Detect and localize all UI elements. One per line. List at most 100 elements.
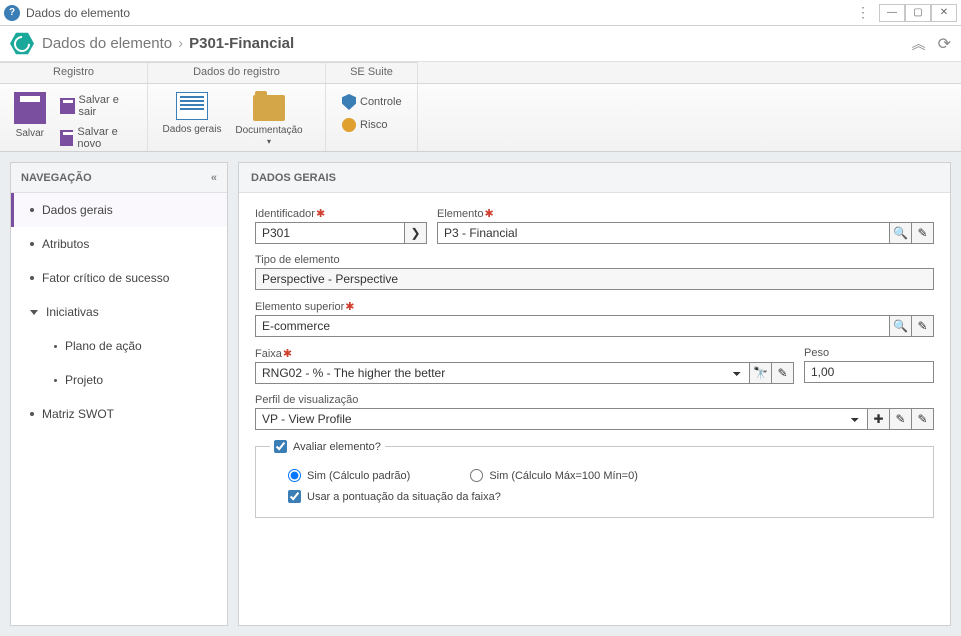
evaluate-fieldset: Avaliar elemento? Sim (Cálculo padrão) S…	[255, 440, 934, 518]
identifier-label: Identificador✱	[255, 207, 427, 220]
content-panel: DADOS GERAIS Identificador✱ ❯ Elemento✱ …	[238, 162, 951, 626]
element-input[interactable]	[437, 222, 890, 244]
form-icon	[176, 92, 208, 120]
bullet-icon	[54, 345, 57, 348]
parent-search-button[interactable]: 🔍	[890, 315, 912, 337]
save-icon	[14, 92, 46, 124]
range-edit-button[interactable]: ✎	[772, 362, 794, 384]
profile-add-button[interactable]: ✚	[868, 408, 890, 430]
sidebar-header: NAVEGAÇÃO «	[11, 163, 227, 193]
save-label: Salvar	[16, 128, 44, 139]
element-search-button[interactable]: 🔍	[890, 222, 912, 244]
radio-maxmin-label: Sim (Cálculo Máx=100 Mín=0)	[489, 470, 638, 482]
sidebar-item-project[interactable]: Projeto	[11, 363, 227, 397]
sidebar-item-label: Atributos	[42, 237, 89, 251]
sidebar-item-swot[interactable]: Matriz SWOT	[11, 397, 227, 431]
sidebar-item-label: Iniciativas	[46, 305, 99, 319]
save-exit-label: Salvar e sair	[79, 94, 136, 118]
save-new-label: Salvar e novo	[77, 126, 135, 150]
weight-label: Peso	[804, 347, 934, 359]
bullet-icon	[54, 379, 57, 382]
header: Dados do elemento › P301-Financial ︽ ⟳	[0, 26, 961, 62]
minimize-button[interactable]: —	[879, 4, 905, 22]
ribbon-tab-registro: Registro	[0, 62, 148, 83]
content-title: DADOS GERAIS	[251, 172, 336, 184]
sidebar-title: NAVEGAÇÃO	[21, 172, 92, 184]
sidebar-item-attributes[interactable]: Atributos	[11, 227, 227, 261]
save-new-icon	[60, 130, 74, 146]
caret-down-icon	[30, 310, 38, 315]
sidebar-item-label: Fator crítico de sucesso	[42, 271, 169, 285]
parent-element-label: Elemento superior✱	[255, 300, 934, 313]
more-menu-icon[interactable]: ⋮	[853, 4, 873, 21]
element-type-input	[255, 268, 934, 290]
documentation-button[interactable]: Documentação▾	[228, 88, 310, 147]
sidebar: NAVEGAÇÃO « Dados gerais Atributos Fator…	[10, 162, 228, 626]
profile-clear-button[interactable]: ✎	[912, 408, 934, 430]
sidebar-item-action-plan[interactable]: Plano de ação	[11, 329, 227, 363]
element-type-label: Tipo de elemento	[255, 254, 934, 266]
shield-icon	[342, 94, 356, 110]
radio-maxmin[interactable]	[470, 469, 483, 482]
sidebar-item-critical[interactable]: Fator crítico de sucesso	[11, 261, 227, 295]
refresh-icon[interactable]: ⟳	[938, 34, 951, 54]
use-score-label: Usar a pontuação da situação da faixa?	[307, 491, 501, 503]
sidebar-item-label: Dados gerais	[42, 203, 113, 217]
risk-icon	[342, 118, 356, 132]
app-icon: ?	[4, 5, 20, 21]
folder-icon	[253, 95, 285, 121]
sidebar-item-initiatives[interactable]: Iniciativas	[11, 295, 227, 329]
save-button[interactable]: Salvar	[8, 88, 52, 139]
control-label: Controle	[360, 96, 402, 108]
breadcrumb-parent[interactable]: Dados do elemento	[42, 35, 172, 52]
use-score-checkbox[interactable]	[288, 490, 301, 503]
ribbon-tab-sesuite: SE Suite	[326, 62, 418, 83]
control-button[interactable]: Controle	[338, 92, 406, 112]
evaluate-legend-label: Avaliar elemento?	[293, 441, 381, 453]
parent-clear-button[interactable]: ✎	[912, 315, 934, 337]
general-data-button[interactable]: Dados gerais	[156, 88, 228, 135]
collapse-ribbon-icon[interactable]: ︽	[912, 34, 926, 54]
identifier-next-button[interactable]: ❯	[405, 222, 427, 244]
sidebar-collapse-icon[interactable]: «	[211, 172, 217, 184]
risk-button[interactable]: Risco	[338, 116, 406, 134]
radio-standard[interactable]	[288, 469, 301, 482]
bullet-icon	[30, 208, 34, 212]
range-select[interactable]: RNG02 - % - The higher the better	[255, 362, 750, 384]
save-new-button[interactable]: Salvar e novo	[56, 124, 139, 152]
use-score-row[interactable]: Usar a pontuação da situação da faixa?	[288, 490, 919, 503]
window-title: Dados do elemento	[26, 6, 853, 20]
element-clear-button[interactable]: ✎	[912, 222, 934, 244]
main-area: NAVEGAÇÃO « Dados gerais Atributos Fator…	[0, 152, 961, 636]
sidebar-item-general[interactable]: Dados gerais	[11, 193, 227, 227]
element-label: Elemento✱	[437, 207, 934, 220]
evaluate-option-maxmin[interactable]: Sim (Cálculo Máx=100 Mín=0)	[470, 469, 638, 482]
range-view-button[interactable]: 🔭	[750, 362, 772, 384]
save-exit-button[interactable]: Salvar e sair	[56, 92, 139, 120]
content-header: DADOS GERAIS	[239, 163, 950, 193]
risk-label: Risco	[360, 119, 388, 131]
evaluate-checkbox[interactable]	[274, 440, 287, 453]
breadcrumb-separator: ›	[178, 35, 183, 52]
window-titlebar: ? Dados do elemento ⋮ — ▢ ✕	[0, 0, 961, 26]
view-profile-label: Perfil de visualização	[255, 394, 934, 406]
sidebar-item-label: Projeto	[65, 373, 103, 387]
module-icon	[10, 32, 34, 56]
bullet-icon	[30, 276, 34, 280]
profile-edit-button[interactable]: ✎	[890, 408, 912, 430]
identifier-input[interactable]	[255, 222, 405, 244]
bullet-icon	[30, 412, 34, 416]
weight-input[interactable]	[804, 361, 934, 383]
save-exit-icon	[60, 98, 75, 114]
maximize-button[interactable]: ▢	[905, 4, 931, 22]
general-label: Dados gerais	[163, 124, 222, 135]
bullet-icon	[30, 242, 34, 246]
evaluate-option-standard[interactable]: Sim (Cálculo padrão)	[288, 469, 410, 482]
range-label: Faixa✱	[255, 347, 794, 360]
parent-element-input[interactable]	[255, 315, 890, 337]
ribbon: Salvar Salvar e sair Salvar e novo Dados…	[0, 84, 961, 152]
view-profile-select[interactable]: VP - View Profile	[255, 408, 868, 430]
close-button[interactable]: ✕	[931, 4, 957, 22]
sidebar-item-label: Matriz SWOT	[42, 407, 114, 421]
sidebar-item-label: Plano de ação	[65, 339, 142, 353]
